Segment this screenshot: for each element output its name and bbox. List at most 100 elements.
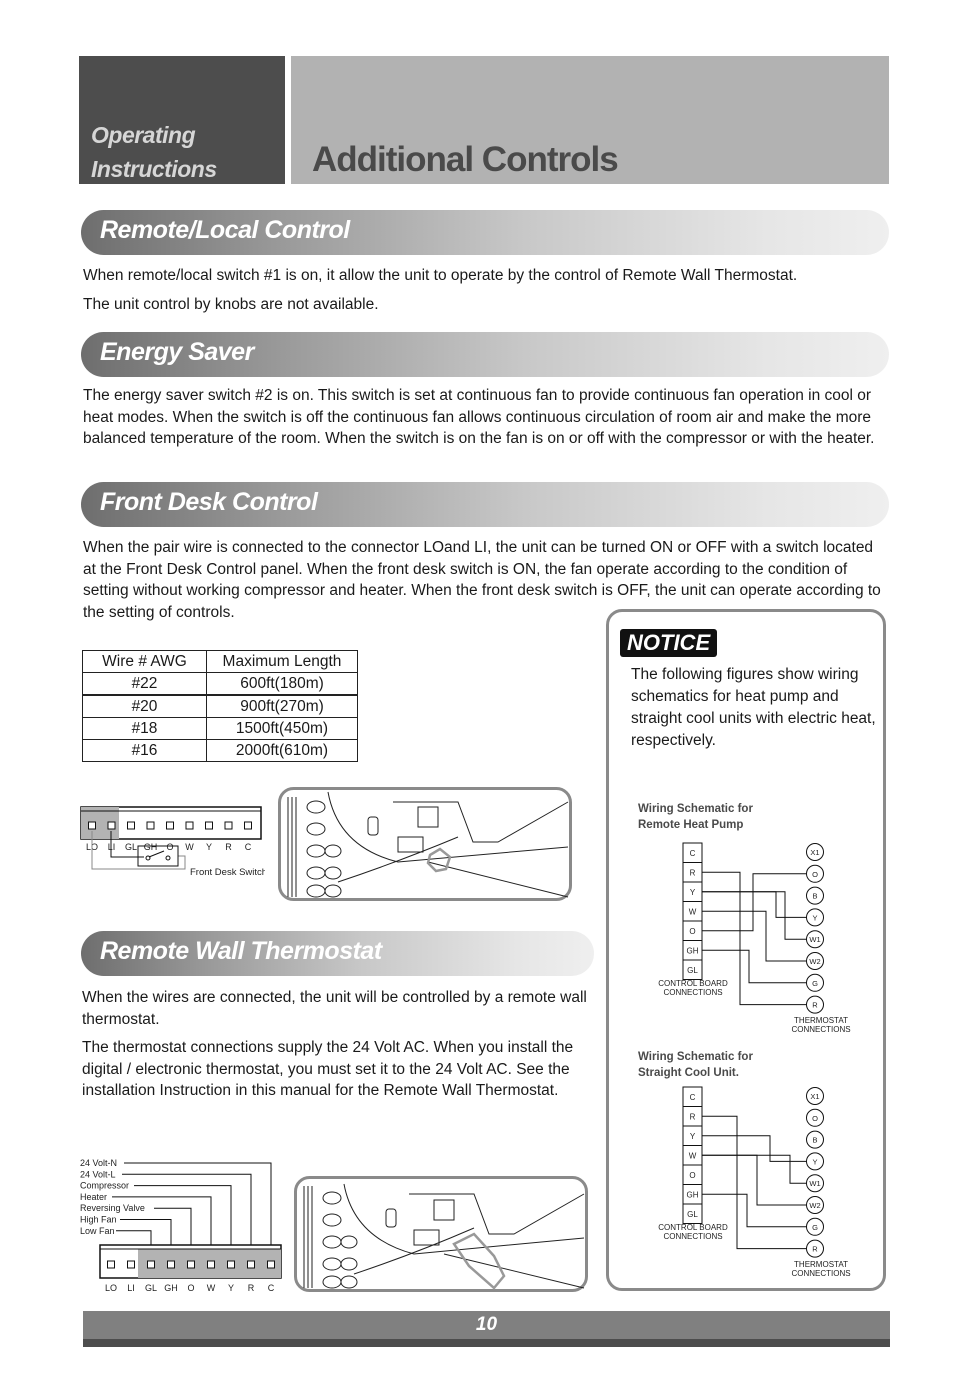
table-cell: #22 [82, 672, 207, 696]
schematic-wire [702, 1135, 807, 1162]
board-terminal-label: W [689, 1152, 697, 1161]
thermostat-terminal-label: Y [812, 913, 817, 922]
section-label-line1: Operating [91, 122, 196, 148]
paragraph: When remote/local switch #1 is on, it al… [83, 267, 798, 284]
thermostat-terminal-label: Y [812, 1157, 817, 1166]
board-terminal-label: O [689, 1171, 695, 1180]
page-number: 10 [475, 1314, 498, 1335]
terminal-label: C [268, 1283, 275, 1293]
schematic-title-line: Wiring Schematic for [638, 803, 753, 815]
terminal-li [107, 821, 116, 830]
schematic-title-line: Remote Heat Pump [638, 819, 744, 831]
terminal-lo [107, 1260, 115, 1269]
footer-bar [83, 1339, 890, 1347]
thermostat-terminal-label: R [812, 1245, 818, 1254]
schematic-wire [702, 891, 807, 918]
table-cell: #16 [82, 739, 207, 762]
terminal-label: Y [206, 842, 212, 852]
terminal-li [127, 1260, 135, 1269]
paragraph: The energy saver switch #2 is on. This s… [83, 387, 875, 447]
board-terminal-label: GH [687, 1191, 699, 1200]
terminal-w [207, 1260, 215, 1269]
terminal-gl [127, 821, 135, 830]
column-header: Wire # AWG [82, 650, 207, 673]
thermostat-terminal-label: W2 [809, 957, 820, 966]
paragraph: When the wires are connected, the unit w… [82, 989, 587, 1028]
terminal-w [185, 821, 194, 830]
notice-text: The following figures show wiring schema… [631, 666, 876, 749]
thermostat-terminal-label: G [812, 979, 818, 988]
thermostat-terminal-label: W1 [809, 935, 820, 944]
board-terminal-label: O [689, 927, 695, 936]
energy-saver-text: The energy saver switch #2 is on. This s… [83, 385, 891, 450]
table-row: #16 2000ft(610m) [82, 739, 358, 762]
thermostat-caption: THERMOSTAT [794, 1016, 848, 1025]
section-header-remote-wall-thermostat: Remote Wall Thermostat [81, 931, 594, 976]
thermostat-caption: CONNECTIONS [791, 1025, 850, 1034]
terminal-gh [167, 1260, 175, 1269]
schematic-wire [702, 1154, 807, 1206]
board-terminal-label: Y [690, 1132, 696, 1141]
table-row: #18 1500ft(450m) [82, 717, 358, 740]
terminal-r [224, 821, 233, 830]
section-header-energy-saver: Energy Saver [81, 332, 889, 377]
board-terminal-label: Y [690, 888, 696, 897]
terminal-label: LI [127, 1283, 135, 1293]
page-footer: 10 [83, 1311, 890, 1339]
schematic-wire [702, 910, 807, 962]
schematic-wire [702, 891, 807, 940]
board-terminal-label: GL [687, 1210, 698, 1219]
remote-local-text: When remote/local switch #1 is on, it al… [83, 265, 888, 315]
column-header: Maximum Length [206, 650, 358, 673]
thermostat-terminal-label: W1 [809, 1179, 820, 1188]
thermostat-terminal-label: X1 [810, 848, 819, 857]
section-title: Front Desk Control [100, 488, 318, 516]
section-title: Energy Saver [100, 338, 254, 366]
wire-label: Heater [80, 1192, 107, 1202]
terminal-label: R [225, 842, 232, 852]
remote-wall-text: When the wires are connected, the unit w… [82, 987, 592, 1102]
board-caption: CONNECTIONS [663, 1232, 722, 1241]
wiring-schematic-straight-cool: CRYWOGHGLX1OBYW1W2GRCONTROL BOARDCONNECT… [658, 1086, 851, 1278]
table-cell: #20 [82, 694, 207, 718]
terminal-label: Y [228, 1283, 234, 1293]
terminal-c [267, 1260, 275, 1269]
thermostat-terminal-label: W2 [809, 1201, 820, 1210]
schematic-wire [702, 873, 807, 932]
wire-label: 24 Volt-N [80, 1158, 117, 1168]
thermostat-terminal-label: O [812, 1114, 818, 1123]
terminal-label: C [245, 842, 252, 852]
paragraph: The unit control by knobs are not availa… [83, 295, 379, 313]
page-title: Additional Controls [312, 140, 619, 179]
board-caption: CONTROL BOARD [658, 979, 728, 988]
thermostat-terminal-label: O [812, 870, 818, 879]
front-desk-switch-label: Front Desk Switch [190, 867, 265, 878]
board-terminal-label: R [690, 869, 696, 878]
schematic-title-heat-pump: Wiring Schematic for Remote Heat Pump [638, 801, 753, 833]
terminal-c [244, 821, 252, 830]
schematic-title-line: Wiring Schematic for [638, 1051, 753, 1063]
section-header-remote-local: Remote/Local Control [81, 210, 889, 255]
section-title: Remote Wall Thermostat [100, 937, 382, 965]
terminal-label: W [185, 842, 194, 852]
wire-label: 24 Volt-L [80, 1169, 116, 1179]
table-cell: #18 [82, 717, 207, 740]
thermostat-terminal-label: B [812, 892, 817, 901]
table-header-row: Wire # AWG Maximum Length [82, 650, 358, 673]
thermostat-terminal-label: G [812, 1223, 818, 1232]
section-title: Remote/Local Control [100, 216, 350, 244]
terminal-label: R [248, 1283, 255, 1293]
section-header-front-desk: Front Desk Control [81, 482, 889, 527]
title-bar: Additional Controls [291, 56, 889, 184]
table-row: #22 600ft(180m) [82, 672, 358, 696]
terminal-label: GH [164, 1283, 178, 1293]
terminal-lo [88, 821, 96, 830]
remote-wall-terminal-diagram: 24 Volt-N24 Volt-L CompressorHeaterRevers… [80, 1158, 282, 1293]
section-label-line2: Instructions [91, 156, 217, 182]
wire-label: Reversing Valve [80, 1203, 145, 1213]
wire-length-table: Wire # AWG Maximum Length #22 600ft(180m… [82, 650, 358, 762]
terminal-gh [146, 821, 155, 830]
unit-illustration-thermostat [294, 1176, 588, 1292]
table-cell: 1500ft(450m) [206, 717, 358, 740]
schematic-wire [702, 1193, 807, 1228]
